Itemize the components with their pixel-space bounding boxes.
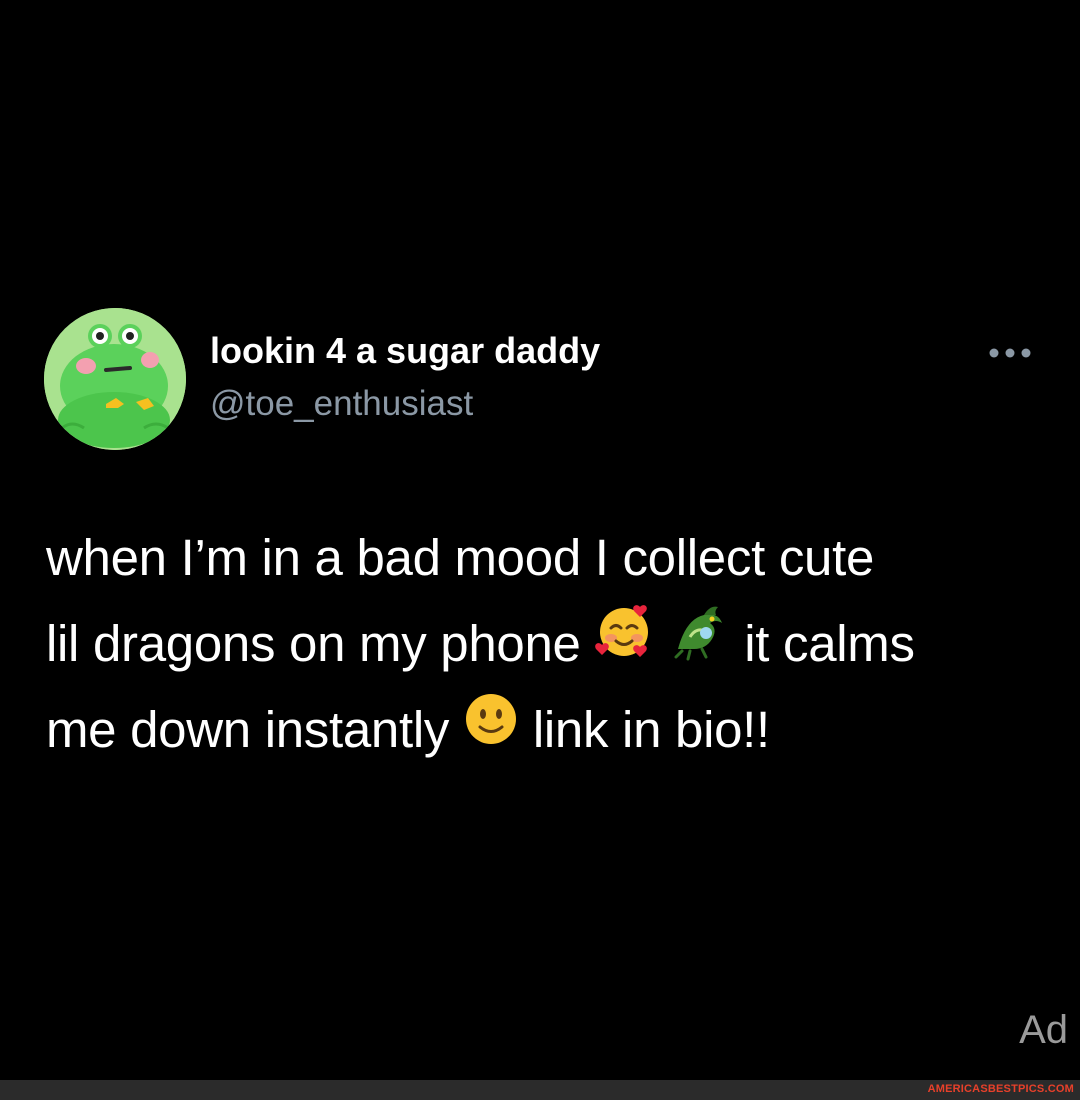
dragon-emoji-icon [668, 601, 730, 687]
smiling-face-with-hearts-emoji-icon [594, 601, 654, 687]
frog-avatar-icon [44, 308, 186, 450]
tweet-text-segment: lil dragons on my phone [46, 615, 581, 672]
slightly-smiling-face-emoji-icon [463, 687, 519, 773]
watermark-text: AMERICASBESTPICS.COM [927, 1083, 1074, 1095]
ellipsis-icon [989, 348, 1031, 358]
user-handle[interactable]: @toe_enthusiast [210, 384, 473, 424]
tweet-text-segment: me down instantly [46, 701, 450, 758]
tweet-text-segment: it calms [744, 615, 915, 672]
tweet-text: when I’m in a bad mood I collect cute li… [46, 515, 1056, 773]
footer-bar: AMERICASBESTPICS.COM [0, 1080, 1080, 1100]
tweet-text-line-1: when I’m in a bad mood I collect cute [46, 529, 875, 586]
tweet-card: lookin 4 a sugar daddy @toe_enthusiast w… [0, 0, 1080, 1080]
display-name[interactable]: lookin 4 a sugar daddy [210, 330, 600, 372]
more-options-button[interactable] [982, 335, 1038, 371]
tweet-text-line-3: me down instantly link in bio!! [46, 687, 1056, 773]
ad-label: Ad [1019, 1008, 1068, 1052]
tweet-text-line-2: lil dragons on my phone it calms [46, 601, 1056, 687]
tweet-text-segment: link in bio!! [532, 701, 770, 758]
profile-avatar[interactable] [44, 308, 186, 450]
